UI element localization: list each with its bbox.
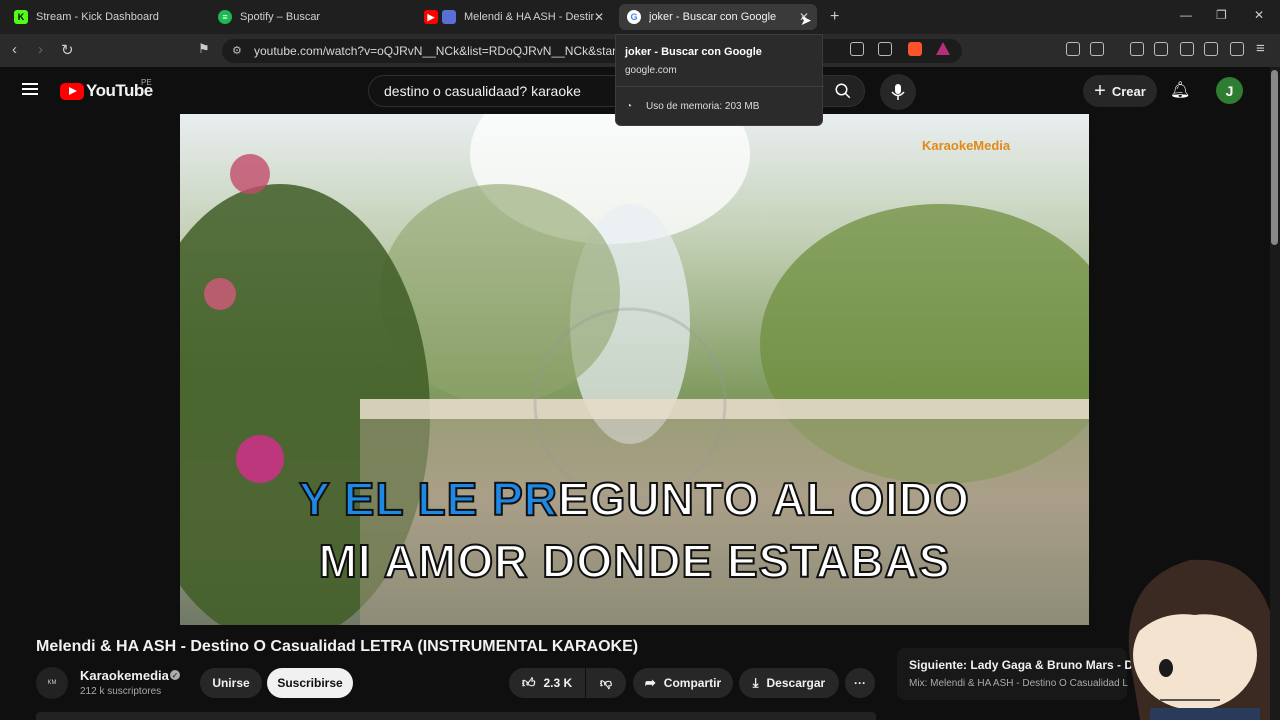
up-next-label: Siguiente: Lady Gaga & Bruno Mars - D [909, 658, 1134, 672]
media-icon[interactable] [1130, 42, 1144, 56]
brave-rewards-icon[interactable] [936, 42, 950, 55]
search-button[interactable] [820, 75, 865, 107]
lyric-highlight: Y EL LE PR [298, 472, 558, 526]
share-icon[interactable] [878, 42, 892, 56]
share-arrow-icon: ➦ [644, 675, 656, 690]
mouse-cursor-icon: ➤ [800, 12, 812, 28]
plus-icon: + [1094, 79, 1106, 102]
bookmark-icon[interactable]: ⚑ [198, 41, 210, 57]
brave-shield-icon[interactable] [908, 42, 922, 56]
account-avatar[interactable]: J [1216, 77, 1243, 104]
url-text: youtube.com/watch?v=oQJRvN__NCk&list=RDo… [254, 44, 637, 58]
country-code: PE [141, 78, 152, 87]
like-button[interactable]: 👍︎ 2.3 K [509, 668, 585, 698]
subscriber-count: 212 k suscriptores [80, 686, 162, 697]
restore-icon[interactable]: ❐ [1216, 8, 1227, 22]
tooltip-divider [616, 86, 824, 87]
tab-google[interactable]: G joker - Buscar con Google ✕ [619, 4, 817, 30]
microphone-icon [891, 84, 905, 100]
lyric-rest: EGUNTO AL OIDO [557, 472, 970, 526]
reload-icon[interactable]: ↻ [61, 41, 74, 59]
download-button[interactable]: ⤓ Descargar [739, 668, 839, 698]
spotify-icon: ≡ [218, 10, 232, 24]
verified-icon: ✓ [170, 670, 180, 680]
forward-icon[interactable]: › [38, 41, 43, 58]
site-info-icon[interactable]: ⚙ [232, 44, 242, 57]
share-button[interactable]: ➦ Compartir [633, 668, 733, 698]
dislike-button[interactable]: 👎︎ [586, 668, 626, 698]
scrollbar-thumb[interactable] [1271, 70, 1278, 245]
sidebar-icon[interactable] [1154, 42, 1168, 56]
playlist-icon [442, 10, 456, 24]
create-label: Crear [1111, 83, 1146, 99]
streamer-avatar-overlay [1128, 559, 1280, 720]
tab-hover-card: joker - Buscar con Google google.com ◔ U… [615, 34, 824, 126]
back-icon[interactable]: ‹ [12, 41, 17, 58]
new-tab-icon[interactable]: + [830, 8, 839, 26]
lyric-line-2: MI AMOR DONDE ESTABAS [318, 534, 951, 588]
channel-watermark: KaraokeMedia [922, 138, 1011, 153]
leo-icon[interactable] [1204, 42, 1218, 56]
download-label: Descargar [766, 676, 826, 690]
kick-icon: K [14, 10, 28, 24]
up-next-card[interactable]: Siguiente: Lady Gaga & Bruno Mars - D Mi… [897, 648, 1133, 700]
search-value: destino o casualidaad? karaoke [384, 83, 581, 99]
tooltip-title: joker - Buscar con Google [625, 46, 762, 58]
close-tab-icon[interactable]: ✕ [594, 10, 604, 24]
subscribe-button[interactable]: Suscribirse [267, 668, 353, 698]
notifications-bell-icon[interactable]: 🔔︎ [1170, 80, 1190, 100]
thumbs-down-icon: 👎︎ [599, 675, 613, 690]
tooltip-memory: Uso de memoria: 203 MB [646, 101, 760, 112]
browser-tab-bar: K Stream - Kick Dashboard ≡ Spotify – Bu… [0, 0, 1280, 34]
share-label: Compartir [663, 676, 722, 690]
download-icon: ⤓ [752, 675, 759, 690]
description-box-edge [36, 712, 876, 720]
channel-name[interactable]: Karaokemedia [80, 668, 169, 683]
search-icon [835, 83, 850, 99]
close-window-icon[interactable]: ✕ [1254, 8, 1264, 22]
thumbs-up-icon: 👍︎ [521, 675, 536, 690]
lyric-line-1: Y EL LE PREGUNTO AL OIDO [180, 472, 1089, 526]
screenshot-icon[interactable] [1090, 42, 1104, 56]
hamburger-menu-icon[interactable] [22, 83, 38, 95]
channel-avatar[interactable]: KM [36, 667, 68, 699]
more-horizontal-icon: ··· [854, 676, 866, 690]
create-button[interactable]: + Crear [1083, 75, 1157, 107]
voice-search-button[interactable] [880, 74, 916, 110]
join-button[interactable]: Unirse [200, 668, 262, 698]
extensions-icon[interactable] [1066, 42, 1080, 56]
minimize-icon[interactable]: — [1180, 8, 1192, 22]
youtube-logo[interactable]: YouTube [60, 81, 153, 101]
tab-title: Spotify – Buscar [240, 11, 321, 23]
tab-title: Melendi & HA ASH - Destino [464, 11, 594, 23]
vpn-icon[interactable] [1230, 42, 1244, 56]
like-count: 2.3 K [543, 676, 573, 690]
youtube-play-icon [60, 82, 84, 100]
youtube-icon: ▶ [424, 10, 438, 24]
google-icon: G [627, 10, 641, 24]
more-actions-button[interactable]: ··· [845, 668, 875, 698]
wallet-icon[interactable] [1180, 42, 1194, 56]
tab-kick[interactable]: K Stream - Kick Dashboard [6, 4, 206, 30]
video-title: Melendi & HA ASH - Destino O Casualidad … [36, 638, 639, 655]
cast-icon[interactable] [850, 42, 864, 56]
video-player[interactable]: KaraokeMedia Y EL LE PREGUNTO AL OIDO MI… [180, 114, 1089, 625]
menu-icon[interactable]: ≡ [1256, 40, 1265, 57]
up-next-mix: Mix: Melendi & HA ASH - Destino O Casual… [909, 678, 1128, 689]
up-next-title: Lady Gaga & Bruno Mars - D [970, 658, 1134, 672]
memory-icon: ◔ [626, 101, 633, 112]
tab-title: Stream - Kick Dashboard [36, 11, 159, 23]
tooltip-url: google.com [625, 65, 677, 76]
tab-spotify[interactable]: ≡ Spotify – Buscar [210, 4, 410, 30]
tab-title: joker - Buscar con Google [649, 11, 777, 23]
tab-youtube[interactable]: ▶ Melendi & HA ASH - Destino ✕ [416, 4, 612, 30]
